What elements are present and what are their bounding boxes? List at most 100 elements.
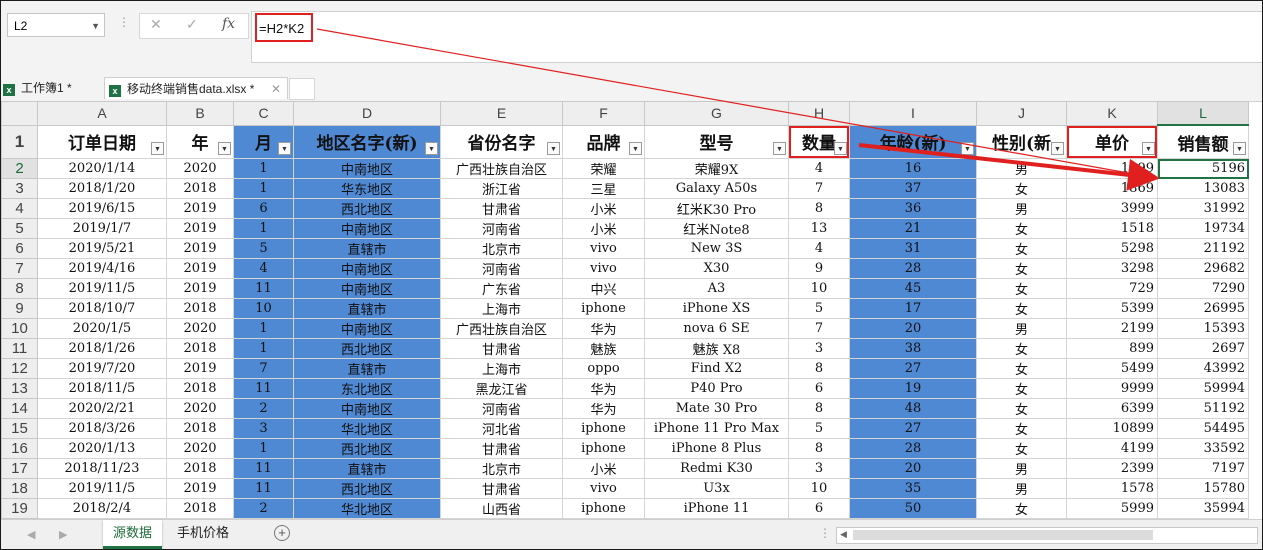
cell[interactable]: 河南省 — [440, 398, 563, 419]
cell[interactable]: 直辖市 — [293, 238, 441, 259]
cell[interactable]: 华为 — [562, 318, 645, 339]
cell[interactable]: 2019 — [166, 238, 234, 259]
cell[interactable]: 女 — [976, 378, 1067, 399]
scrollbar-thumb[interactable] — [853, 530, 1153, 540]
cell[interactable]: 2019/11/5 — [37, 478, 167, 499]
cell[interactable]: 甘肃省 — [440, 338, 563, 359]
cell[interactable]: 1 — [233, 338, 294, 359]
column-header-l[interactable]: L — [1157, 101, 1249, 126]
cell[interactable]: 59994 — [1157, 378, 1249, 399]
cell[interactable]: 2018/11/23 — [37, 458, 167, 479]
cell[interactable]: 女 — [976, 278, 1067, 299]
cell[interactable]: 2018/3/26 — [37, 418, 167, 439]
column-header-f[interactable]: F — [562, 101, 645, 126]
cell[interactable]: 2018/2/4 — [37, 498, 167, 519]
row-header[interactable]: 5 — [1, 218, 38, 239]
cell[interactable]: 16 — [849, 158, 977, 179]
field-header[interactable]: 年龄(新) ▼ — [849, 124, 977, 159]
cell[interactable]: 6 — [788, 378, 850, 399]
cell[interactable]: 9999 — [1066, 378, 1158, 399]
cell[interactable]: 浙江省 — [440, 178, 563, 199]
scroll-left-icon[interactable]: ◀ — [840, 529, 847, 540]
cell[interactable]: 广东省 — [440, 278, 563, 299]
cell[interactable]: 33592 — [1157, 438, 1249, 459]
cell[interactable]: 15780 — [1157, 478, 1249, 499]
cell[interactable]: 红米K30 Pro — [644, 198, 789, 219]
cell[interactable]: 2019 — [166, 278, 234, 299]
cell[interactable]: 1 — [233, 438, 294, 459]
cell[interactable]: 8 — [788, 398, 850, 419]
row-header[interactable]: 8 — [1, 278, 38, 299]
cell[interactable]: 华为 — [562, 378, 645, 399]
cell[interactable]: 东北地区 — [293, 378, 441, 399]
cell[interactable]: 女 — [976, 178, 1067, 199]
row-header[interactable]: 19 — [1, 498, 38, 519]
cell[interactable]: 20 — [849, 318, 977, 339]
cell[interactable]: 2019 — [166, 218, 234, 239]
cell[interactable]: 中兴 — [562, 278, 645, 299]
column-header-i[interactable]: I — [849, 101, 977, 126]
horizontal-scrollbar[interactable]: ◀ — [836, 527, 1258, 544]
row-header[interactable]: 12 — [1, 358, 38, 379]
field-header[interactable]: 月 ▼ — [233, 124, 294, 159]
cell[interactable]: 19 — [849, 378, 977, 399]
cell[interactable]: 35 — [849, 478, 977, 499]
cell[interactable]: 山西省 — [440, 498, 563, 519]
cell[interactable]: 48 — [849, 398, 977, 419]
cell[interactable]: 7197 — [1157, 458, 1249, 479]
cell[interactable]: 38 — [849, 338, 977, 359]
cell[interactable]: 男 — [976, 458, 1067, 479]
cell[interactable]: 2019 — [166, 478, 234, 499]
cell[interactable]: 荣耀 — [562, 158, 645, 179]
cell[interactable]: 1 — [233, 318, 294, 339]
row-header[interactable]: 2 — [1, 158, 38, 179]
cell[interactable]: 11 — [233, 458, 294, 479]
cancel-icon[interactable]: ✕ — [150, 16, 162, 33]
cell[interactable]: 28 — [849, 258, 977, 279]
cell[interactable]: 西北地区 — [293, 438, 441, 459]
cell[interactable]: 中南地区 — [293, 278, 441, 299]
cell[interactable]: 女 — [976, 218, 1067, 239]
filter-dropdown-icon[interactable]: ▼ — [773, 142, 786, 155]
cell[interactable]: 红米Note8 — [644, 218, 789, 239]
cell[interactable]: 2019 — [166, 258, 234, 279]
cell[interactable]: 华为 — [562, 398, 645, 419]
cell[interactable]: 1869 — [1066, 178, 1158, 199]
row-header[interactable]: 17 — [1, 458, 38, 479]
row-header[interactable]: 11 — [1, 338, 38, 359]
cell[interactable]: 小米 — [562, 198, 645, 219]
cell[interactable]: 28 — [849, 438, 977, 459]
cell[interactable]: 3 — [788, 338, 850, 359]
field-header[interactable]: 销售额 ▼ — [1157, 124, 1249, 159]
cell[interactable]: 54495 — [1157, 418, 1249, 439]
cell[interactable]: 2018 — [166, 378, 234, 399]
cell[interactable]: 13 — [788, 218, 850, 239]
cell[interactable]: 5 — [788, 418, 850, 439]
row-header[interactable]: 18 — [1, 478, 38, 499]
cell[interactable]: nova 6 SE — [644, 318, 789, 339]
cell[interactable]: 2019/6/15 — [37, 198, 167, 219]
field-header[interactable]: 型号 ▼ — [644, 124, 789, 159]
cell[interactable]: 1 — [233, 178, 294, 199]
cell[interactable]: 2020 — [166, 438, 234, 459]
field-header[interactable]: 地区名字(新) ▼ — [293, 124, 441, 159]
formula-input[interactable]: =H2*K2 — [251, 11, 1262, 63]
cell[interactable]: 2018/1/20 — [37, 178, 167, 199]
cell[interactable]: 2019 — [166, 358, 234, 379]
field-header[interactable]: 年 ▼ — [166, 124, 234, 159]
cell[interactable]: 8 — [788, 198, 850, 219]
row-header[interactable]: 4 — [1, 198, 38, 219]
cell[interactable]: 2018 — [166, 178, 234, 199]
cell[interactable]: 3999 — [1066, 198, 1158, 219]
active-cell[interactable]: 5196 — [1157, 158, 1249, 179]
cell[interactable]: 2018/10/7 — [37, 298, 167, 319]
cell[interactable]: New 3S — [644, 238, 789, 259]
filter-dropdown-icon[interactable]: ▼ — [218, 142, 231, 155]
cell[interactable]: iphone — [562, 438, 645, 459]
cell[interactable]: Redmi K30 — [644, 458, 789, 479]
cell[interactable]: 27 — [849, 358, 977, 379]
cell[interactable]: Galaxy A50s — [644, 178, 789, 199]
cell[interactable]: 2019/11/5 — [37, 278, 167, 299]
cell[interactable]: 广西壮族自治区 — [440, 318, 563, 339]
row-header[interactable]: 3 — [1, 178, 38, 199]
